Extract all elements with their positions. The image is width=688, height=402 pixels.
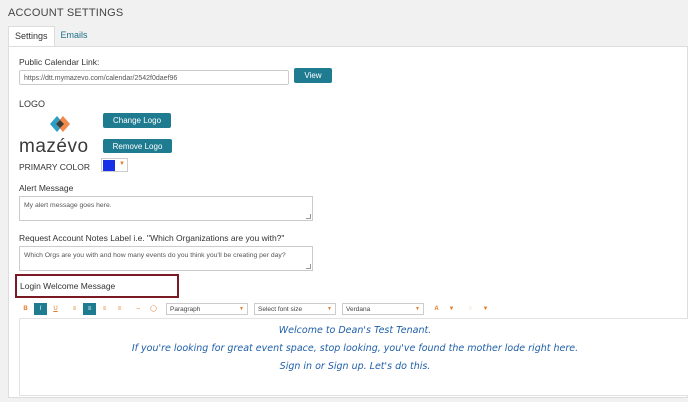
underline-button[interactable]: U — [49, 303, 62, 315]
alert-message-value: My alert message goes here. — [24, 202, 112, 209]
tab-settings[interactable]: Settings — [8, 26, 55, 47]
tab-bar: Settings Emails — [8, 26, 94, 47]
chevron-down-icon: ▼ — [239, 305, 244, 312]
notes-label: Request Account Notes Label i.e. "Which … — [19, 233, 285, 243]
calendar-link-label: Public Calendar Link: — [19, 57, 100, 67]
font-family-select-value: Verdana — [346, 305, 371, 313]
login-welcome-label: Login Welcome Message — [20, 281, 116, 291]
logo-wordmark: mazévo — [19, 136, 89, 157]
view-button[interactable]: View — [294, 68, 332, 83]
color-swatch-fill — [103, 160, 115, 171]
text-color-icon[interactable]: A — [430, 303, 443, 315]
primary-color-label: PRIMARY COLOR — [19, 162, 91, 172]
remove-logo-button[interactable]: Remove Logo — [103, 139, 172, 153]
settings-panel: Public Calendar Link: https://dtt.mymaze… — [8, 46, 688, 398]
logo-label: LOGO — [19, 99, 46, 109]
notes-value: Which Orgs are you with and how many eve… — [24, 252, 286, 259]
alert-message-label: Alert Message — [19, 183, 74, 193]
chevron-down-icon: ▼ — [327, 305, 332, 312]
align-justify-icon[interactable]: ≡ — [113, 303, 126, 315]
highlight-dropdown-icon[interactable]: ▼ — [479, 303, 492, 315]
welcome-line-3: Sign in or Sign up. Let's do this. — [279, 361, 431, 372]
align-center-icon[interactable]: ≡ — [83, 302, 96, 315]
bold-button[interactable]: B — [19, 303, 32, 315]
page-title: ACCOUNT SETTINGS — [8, 7, 124, 19]
welcome-line-2: If you're looking for great event space,… — [131, 343, 579, 354]
resize-handle-icon[interactable] — [306, 214, 311, 219]
align-left-icon[interactable]: ≡ — [68, 303, 81, 315]
link-icon[interactable]: ⇔ — [132, 303, 145, 315]
welcome-line-1: Welcome to Dean's Test Tenant. — [278, 325, 432, 336]
font-size-select-value: Select font size — [258, 305, 303, 313]
calendar-link-input[interactable]: https://dtt.mymazevo.com/calendar/2542f0… — [19, 70, 289, 85]
login-welcome-editor[interactable]: Welcome to Dean's Test Tenant. If you're… — [19, 318, 688, 396]
chevron-down-icon: ▼ — [415, 305, 420, 312]
editor-toolbar: B I U ≡ ≡ ≡ ≡ ⇔ ◯ Paragraph ▼ Select fon… — [19, 301, 688, 316]
align-right-icon[interactable]: ≡ — [98, 303, 111, 315]
tab-emails[interactable]: Emails — [55, 26, 94, 47]
change-logo-button[interactable]: Change Logo — [103, 113, 171, 128]
mazevo-logo-icon — [50, 116, 70, 132]
alert-message-input[interactable]: My alert message goes here. — [19, 196, 313, 221]
chevron-down-icon: ▼ — [119, 161, 125, 167]
image-icon[interactable]: ◯ — [147, 303, 160, 315]
resize-handle-icon[interactable] — [306, 264, 311, 269]
italic-button[interactable]: I — [34, 302, 47, 315]
paragraph-select[interactable]: Paragraph ▼ — [166, 302, 248, 315]
font-family-select[interactable]: Verdana ▼ — [342, 302, 424, 315]
primary-color-picker[interactable]: ▼ — [101, 158, 128, 172]
notes-input[interactable]: Which Orgs are you with and how many eve… — [19, 246, 313, 271]
font-size-select[interactable]: Select font size ▼ — [254, 302, 336, 315]
highlight-color-icon[interactable]: ◌ — [464, 303, 477, 315]
paragraph-select-value: Paragraph — [170, 305, 201, 313]
text-color-dropdown-icon[interactable]: ▼ — [445, 303, 458, 315]
